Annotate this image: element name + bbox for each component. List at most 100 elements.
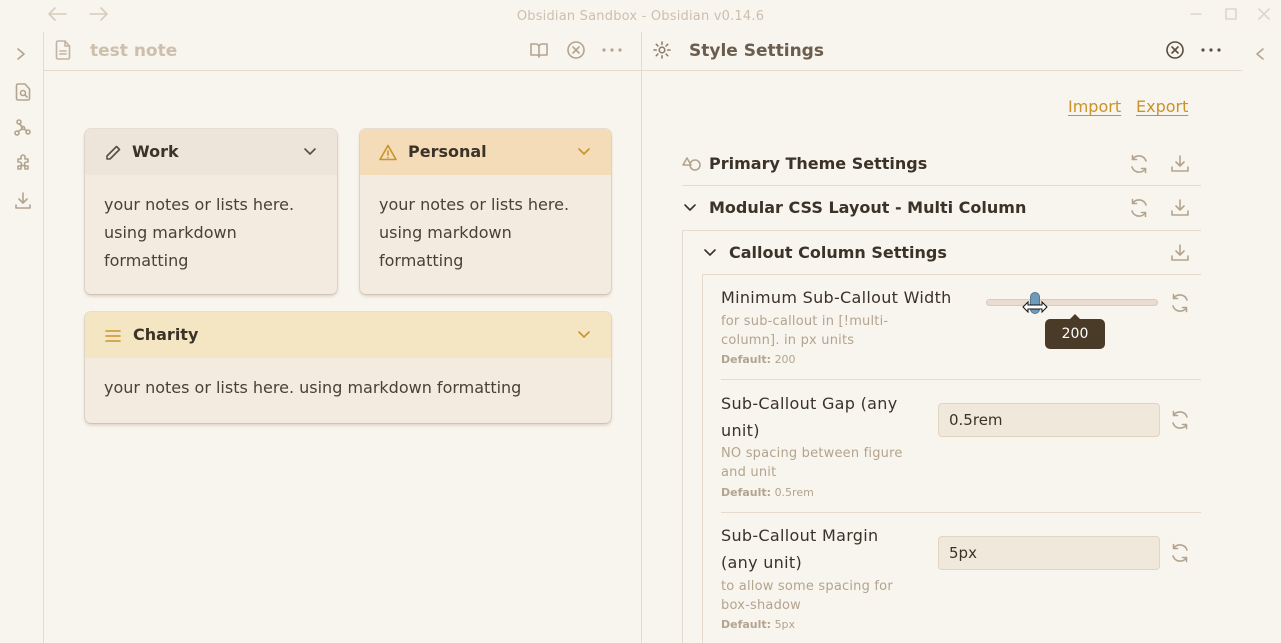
section-divider bbox=[682, 185, 1201, 186]
reset-icon[interactable] bbox=[1169, 542, 1191, 564]
setting-name-line: unit) bbox=[721, 421, 760, 440]
collapse-right-sidebar-icon[interactable] bbox=[1253, 46, 1267, 62]
callout-work: Work your notes or lists here. using mar… bbox=[85, 129, 337, 294]
section-modular-css[interactable]: Modular CSS Layout - Multi Column bbox=[709, 198, 1026, 217]
document-icon bbox=[54, 40, 72, 60]
theme-shapes-icon bbox=[682, 155, 702, 175]
import-link[interactable]: Import bbox=[1068, 97, 1121, 116]
callout-title: Personal bbox=[408, 142, 487, 161]
list-icon bbox=[103, 326, 123, 346]
callout-line: formatting bbox=[379, 251, 464, 270]
default-value: 200 bbox=[774, 353, 796, 366]
graph-view-icon[interactable] bbox=[13, 118, 33, 138]
maximize-icon[interactable] bbox=[1225, 8, 1237, 20]
right-header-divider bbox=[642, 70, 1242, 71]
setting-name-line: Sub-Callout Gap (any bbox=[721, 394, 898, 413]
setting-desc-line: box-shadow bbox=[721, 598, 802, 613]
close-pane-icon[interactable] bbox=[1165, 40, 1185, 60]
setting-name-line: Sub-Callout Margin bbox=[721, 526, 879, 545]
chevron-down-icon[interactable] bbox=[303, 147, 317, 157]
setting-description: to allow some spacing for box-shadow bbox=[721, 577, 893, 615]
setting-default: Default: 200 bbox=[721, 353, 796, 366]
setting-desc-line: for sub-callout in [!multi- bbox=[721, 314, 889, 329]
default-label: Default: bbox=[721, 618, 772, 631]
callout-line: your notes or lists here. bbox=[104, 195, 295, 214]
left-header-divider bbox=[44, 70, 641, 71]
reset-icon[interactable] bbox=[1128, 153, 1150, 175]
setting-default: Default: 5px bbox=[721, 618, 795, 631]
setting-default: Default: 0.5rem bbox=[721, 486, 814, 499]
pane-divider[interactable] bbox=[641, 32, 642, 643]
setting-name-line: Minimum Sub-Callout Width bbox=[721, 288, 952, 307]
chevron-down-icon[interactable] bbox=[577, 330, 591, 340]
reset-icon[interactable] bbox=[1169, 292, 1191, 314]
more-options-icon[interactable] bbox=[601, 42, 623, 58]
pane-title[interactable]: Style Settings bbox=[689, 41, 824, 61]
setting-name: Minimum Sub-Callout Width bbox=[721, 284, 952, 311]
callout-line: using markdown bbox=[379, 223, 512, 242]
callout-header[interactable]: Charity bbox=[85, 312, 611, 358]
callout-title: Work bbox=[132, 142, 179, 161]
setting-divider bbox=[721, 512, 1201, 513]
callout-line: using markdown bbox=[104, 223, 237, 242]
callout-line: formatting bbox=[104, 251, 189, 270]
import-download-icon[interactable] bbox=[13, 191, 33, 211]
setting-description: NO spacing between figure and unit bbox=[721, 444, 903, 482]
setting-desc-line: and unit bbox=[721, 465, 777, 480]
section-border bbox=[702, 274, 703, 643]
plugin-puzzle-icon[interactable] bbox=[13, 154, 33, 174]
default-label: Default: bbox=[721, 353, 772, 366]
section-divider bbox=[682, 230, 1201, 231]
ribbon-divider bbox=[43, 32, 44, 643]
download-icon[interactable] bbox=[1170, 198, 1190, 218]
min-width-slider[interactable] bbox=[986, 292, 1158, 314]
callout-body: your notes or lists here. using markdown… bbox=[85, 175, 337, 291]
reset-icon[interactable] bbox=[1169, 409, 1191, 431]
callout-personal: Personal your notes or lists here. using… bbox=[360, 129, 611, 294]
close-pane-icon[interactable] bbox=[566, 40, 586, 60]
setting-name-line: (any unit) bbox=[721, 553, 802, 572]
chevron-down-icon[interactable] bbox=[703, 248, 717, 258]
expand-sidebar-icon[interactable] bbox=[14, 46, 28, 62]
setting-desc-line: NO spacing between figure bbox=[721, 446, 903, 461]
gap-input[interactable]: 0.5rem bbox=[938, 403, 1160, 437]
callout-header[interactable]: Personal bbox=[360, 129, 611, 175]
setting-description: for sub-callout in [!multi- column]. in … bbox=[721, 312, 888, 350]
reading-view-icon[interactable] bbox=[529, 40, 549, 60]
slider-track bbox=[986, 299, 1158, 306]
default-label: Default: bbox=[721, 486, 772, 499]
tooltip-value: 200 bbox=[1045, 319, 1105, 349]
callout-header[interactable]: Work bbox=[85, 129, 337, 175]
left-ribbon bbox=[0, 32, 43, 643]
title-bar: Obsidian Sandbox - Obsidian v0.14.6 bbox=[0, 0, 1281, 32]
search-file-icon[interactable] bbox=[13, 82, 33, 102]
section-callout-column[interactable]: Callout Column Settings bbox=[729, 243, 947, 262]
warning-icon bbox=[378, 143, 398, 163]
minimize-icon[interactable] bbox=[1190, 8, 1202, 20]
slider-tooltip: 200 bbox=[1045, 314, 1105, 350]
close-window-icon[interactable] bbox=[1258, 8, 1270, 20]
window-title: Obsidian Sandbox - Obsidian v0.14.6 bbox=[516, 9, 765, 24]
setting-name: Sub-Callout Gap (any unit) bbox=[721, 390, 897, 444]
chevron-down-icon[interactable] bbox=[577, 147, 591, 157]
callout-line: your notes or lists here. bbox=[379, 195, 570, 214]
resize-cursor-icon bbox=[1022, 300, 1048, 314]
export-link[interactable]: Export bbox=[1136, 97, 1188, 116]
default-value: 0.5rem bbox=[774, 486, 814, 499]
margin-input[interactable]: 5px bbox=[938, 536, 1160, 570]
reset-icon[interactable] bbox=[1128, 197, 1150, 219]
more-options-icon[interactable] bbox=[1200, 42, 1222, 58]
setting-desc-line: column]. in px units bbox=[721, 333, 855, 348]
default-value: 5px bbox=[774, 618, 796, 631]
section-primary-theme[interactable]: Primary Theme Settings bbox=[709, 154, 927, 173]
callout-title: Charity bbox=[133, 325, 199, 344]
callout-body: your notes or lists here. using markdown… bbox=[360, 175, 611, 291]
gear-icon bbox=[652, 40, 672, 60]
callout-charity: Charity your notes or lists here. using … bbox=[85, 312, 611, 423]
chevron-down-icon[interactable] bbox=[683, 203, 697, 213]
callout-body: your notes or lists here. using markdown… bbox=[85, 358, 611, 418]
note-title[interactable]: test note bbox=[90, 41, 177, 61]
download-icon[interactable] bbox=[1170, 154, 1190, 174]
section-divider bbox=[702, 274, 1201, 275]
download-icon[interactable] bbox=[1170, 243, 1190, 263]
